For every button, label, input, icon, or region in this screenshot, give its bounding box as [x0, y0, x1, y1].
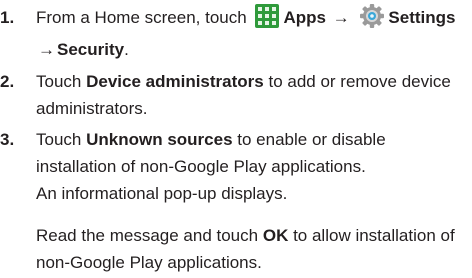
apps-grid-icon [255, 4, 280, 36]
read-message-prefix: Read the message and touch [36, 226, 259, 245]
ok-label: OK [262, 226, 289, 245]
step-number: 2. [0, 72, 15, 91]
unknown-sources-label: Unknown sources [86, 130, 233, 149]
arrow-1: → [332, 8, 350, 27]
period: . [124, 40, 129, 59]
step-2-line2: administrators. [36, 99, 148, 118]
read-message-suffix: to allow installation of [293, 226, 455, 245]
step-3-prefix: Touch [36, 130, 82, 149]
step-text: Touch Device administrators to add or re… [36, 68, 472, 122]
settings-label: Settings [388, 8, 456, 27]
step-2-suffix: to add or remove device [268, 72, 451, 91]
security-label: Security [57, 40, 125, 59]
step-number: 1. [0, 8, 15, 27]
step-3-line2: installation of non-Google Play applicat… [36, 157, 366, 176]
step-text: Touch Unknown sources to enable or disab… [36, 126, 472, 276]
instruction-steps: 1. From a Home screen, touch Apps → Sett… [0, 0, 472, 278]
step-number: 3. [0, 130, 15, 149]
step-3-suffix: to enable or disable [237, 130, 386, 149]
apps-label: Apps [283, 8, 326, 27]
step-1-prefix: From a Home screen, touch [36, 8, 247, 27]
settings-gear-icon [360, 4, 385, 36]
step-3-line3: An informational pop-up displays. [36, 184, 288, 203]
step-2-prefix: Touch [36, 72, 82, 91]
step-text: From a Home screen, touch Apps → Setting… [36, 4, 472, 63]
read-message-line2: non-Google Play applications. [36, 253, 262, 272]
device-administrators-label: Device administrators [86, 72, 264, 91]
arrow-2: → [38, 40, 55, 59]
